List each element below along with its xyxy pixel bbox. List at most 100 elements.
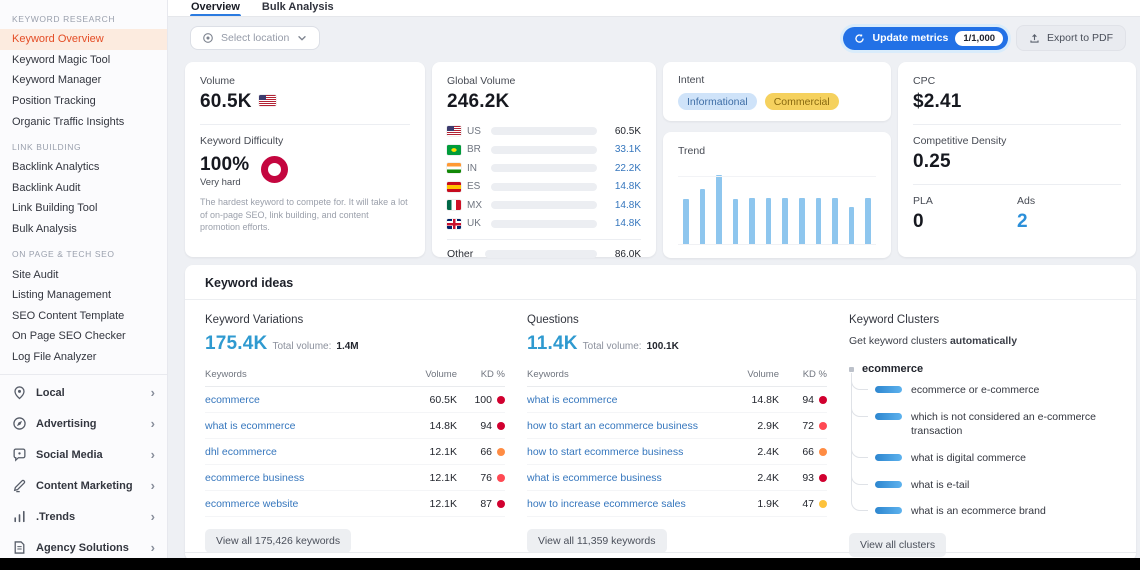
pencil-icon — [12, 478, 27, 493]
sidebar-item-on-page-seo-checker[interactable]: On Page SEO Checker — [0, 326, 167, 347]
sidebar-item-listing-management[interactable]: Listing Management — [0, 285, 167, 306]
keyword-link[interactable]: how to start ecommerce business — [527, 446, 729, 458]
keyword-link[interactable]: how to increase ecommerce sales — [527, 498, 729, 510]
location-selector[interactable]: Select location — [190, 26, 320, 50]
sidebar-item-keyword-manager[interactable]: Keyword Manager — [0, 70, 167, 91]
trend-bar — [766, 198, 772, 244]
volume-bar — [491, 127, 597, 135]
country-volume-row: BR33.1K — [447, 141, 641, 160]
sidebar-menu-local[interactable]: Local› — [0, 377, 167, 408]
country-volume-value: 60.5K — [603, 126, 641, 137]
keyword-difficulty-value: 100% — [200, 154, 249, 176]
cluster-bar-icon — [875, 481, 902, 488]
view-all-clusters-button[interactable]: View all clusters — [849, 533, 946, 557]
cluster-item[interactable]: what is an ecommerce brand — [851, 498, 1120, 525]
sidebar-item-backlink-audit[interactable]: Backlink Audit — [0, 178, 167, 199]
sidebar-item-position-tracking[interactable]: Position Tracking — [0, 91, 167, 112]
intent-trend-column: Intent InformationalCommercial Trend — [663, 62, 891, 258]
kd-value: 93 — [802, 472, 814, 484]
tab-overview[interactable]: Overview — [190, 1, 241, 16]
keyword-overview-screen: KEYWORD RESEARCHKeyword OverviewKeyword … — [0, 0, 1140, 570]
keyword-link[interactable]: dhl ecommerce — [205, 446, 407, 458]
volume-bar — [491, 183, 597, 191]
location-pin-icon — [12, 385, 27, 400]
export-icon — [1029, 33, 1040, 44]
keyword-kd: 72 — [779, 420, 827, 432]
clusters-subtitle: Get keyword clusters automatically — [849, 335, 1120, 347]
sidebar-item-backlink-analytics[interactable]: Backlink Analytics — [0, 157, 167, 178]
kd-value: 66 — [802, 446, 814, 458]
sidebar-menu-trends[interactable]: .Trends› — [0, 501, 167, 532]
keyword-link[interactable]: what is ecommerce — [205, 420, 407, 432]
toolbar: Select location Update metrics 1/1,000 E… — [168, 17, 1140, 58]
keyword-ideas-panel: Keyword ideas Keyword Variations 175.4K … — [185, 265, 1136, 561]
br-flag-icon — [447, 145, 461, 155]
keyword-volume: 60.5K — [407, 394, 457, 406]
location-pin-icon — [202, 32, 214, 44]
sidebar-item-keyword-overview[interactable]: Keyword Overview — [0, 29, 167, 50]
sidebar: KEYWORD RESEARCHKeyword OverviewKeyword … — [0, 0, 168, 570]
keyword-link[interactable]: what is ecommerce business — [527, 472, 729, 484]
us-flag-icon — [259, 95, 276, 106]
keyword-kd: 93 — [779, 472, 827, 484]
update-metrics-button[interactable]: Update metrics 1/1,000 — [843, 27, 1008, 50]
kd-column-header: KD % — [779, 369, 827, 380]
sidebar-item-site-audit[interactable]: Site Audit — [0, 264, 167, 285]
kd-dot-icon — [819, 500, 827, 508]
total-volume-value: 100.1K — [647, 341, 679, 352]
questions-count: 11.4K — [527, 333, 578, 355]
competitive-density-label: Competitive Density — [913, 135, 1121, 147]
update-metrics-label: Update metrics — [872, 32, 948, 44]
sidebar-menu-label: Social Media — [36, 449, 103, 461]
keyword-kd: 87 — [457, 498, 505, 510]
kd-dot-icon — [819, 448, 827, 456]
cluster-item[interactable]: what is digital commerce — [851, 445, 1120, 472]
keyword-link[interactable]: how to start an ecommerce business — [527, 420, 729, 432]
keyword-link[interactable]: ecommerce website — [205, 498, 407, 510]
total-volume-label: Total volume: — [272, 341, 331, 352]
cluster-item[interactable]: ecommerce or e-commerce — [851, 377, 1120, 404]
keyword-difficulty-level: Very hard — [200, 177, 249, 188]
tab-bulk-analysis[interactable]: Bulk Analysis — [261, 1, 335, 16]
sidebar-menu-social-media[interactable]: Social Media› — [0, 439, 167, 470]
trend-bar — [782, 198, 788, 244]
sidebar-menu-advertising[interactable]: Advertising› — [0, 408, 167, 439]
trend-bar — [865, 198, 871, 244]
table-row: ecommerce business12.1K76 — [205, 465, 505, 491]
cluster-item[interactable]: what is e-tail — [851, 472, 1120, 499]
keyword-link[interactable]: what is ecommerce — [527, 394, 729, 406]
metric-cards-row: Volume 60.5K Keyword Difficulty 100% Ver… — [168, 58, 1140, 258]
keyword-link[interactable]: ecommerce business — [205, 472, 407, 484]
view-all-questions-button[interactable]: View all 11,359 keywords — [527, 529, 667, 553]
card-divider — [200, 124, 410, 125]
sidebar-item-organic-traffic-insights[interactable]: Organic Traffic Insights — [0, 111, 167, 132]
intent-badge-informational: Informational — [678, 93, 757, 110]
table-row: dhl ecommerce12.1K66 — [205, 439, 505, 465]
keyword-volume: 2.9K — [729, 420, 779, 432]
volume-label: Volume — [200, 75, 410, 87]
cpc-label: CPC — [913, 75, 1121, 87]
sidebar-item-keyword-magic-tool[interactable]: Keyword Magic Tool — [0, 50, 167, 71]
ads-label: Ads — [1017, 195, 1121, 207]
sidebar-menu-label: Content Marketing — [36, 480, 133, 492]
keyword-ideas-title: Keyword ideas — [185, 265, 1136, 300]
card-divider — [447, 239, 641, 240]
cluster-item[interactable]: which is not considered an e-commerce tr… — [851, 404, 1120, 445]
other-volume-bar — [485, 250, 597, 258]
keyword-link[interactable]: ecommerce — [205, 394, 407, 406]
sidebar-item-link-building-tool[interactable]: Link Building Tool — [0, 198, 167, 219]
mx-flag-icon — [447, 200, 461, 210]
export-to-pdf-button[interactable]: Export to PDF — [1016, 25, 1126, 51]
keyword-volume: 12.1K — [407, 498, 457, 510]
country-volume-value: 22.2K — [603, 163, 641, 174]
country-volume-row: US60.5K — [447, 122, 641, 141]
gb-flag-icon — [447, 219, 461, 229]
sidebar-menu-content-marketing[interactable]: Content Marketing› — [0, 470, 167, 501]
sidebar-item-bulk-analysis[interactable]: Bulk Analysis — [0, 219, 167, 240]
sidebar-item-log-file-analyzer[interactable]: Log File Analyzer — [0, 347, 167, 368]
sidebar-item-seo-content-template[interactable]: SEO Content Template — [0, 306, 167, 327]
trend-bar — [733, 199, 739, 244]
ads-value: 2 — [1017, 211, 1121, 233]
view-all-variations-button[interactable]: View all 175,426 keywords — [205, 529, 351, 553]
trend-card: Trend — [663, 132, 891, 258]
